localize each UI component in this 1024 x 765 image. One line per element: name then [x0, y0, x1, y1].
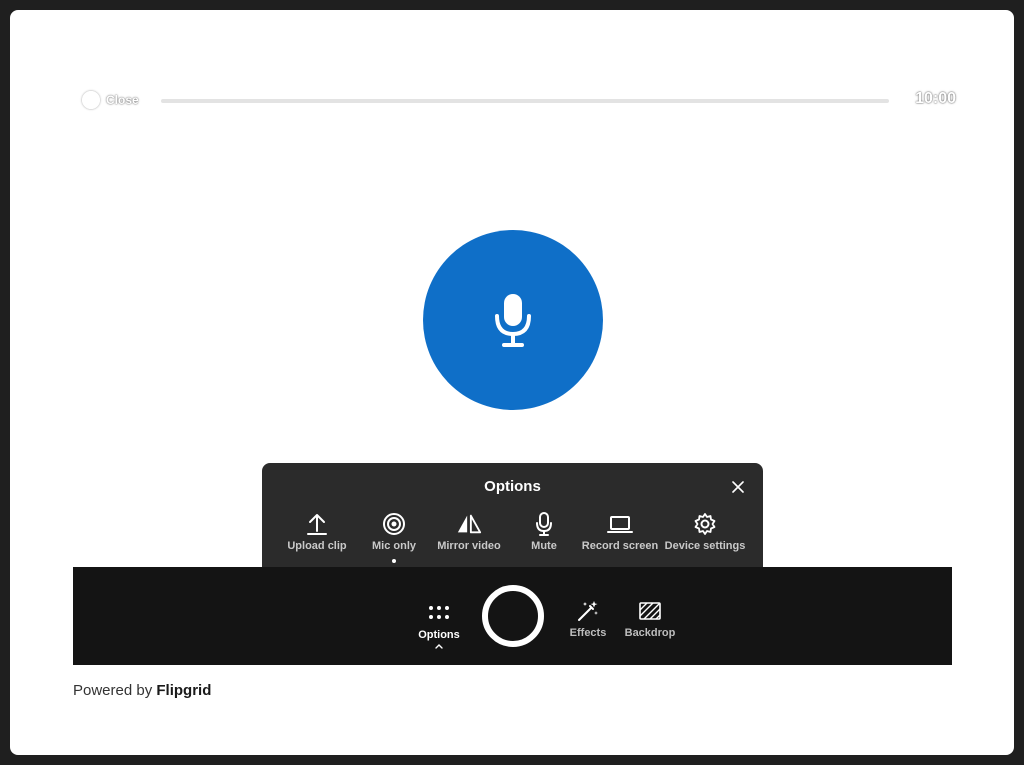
device-settings-button[interactable]: Device settings: [660, 511, 750, 552]
record-screen-label: Record screen: [581, 540, 659, 552]
options-toggle-label: Options: [418, 629, 460, 641]
mirror-icon: [456, 511, 482, 537]
device-settings-label: Device settings: [664, 540, 746, 552]
record-screen-button[interactable]: Record screen: [580, 511, 660, 552]
mic-only-label: Mic only: [371, 540, 416, 552]
options-row: Upload clip Mic only Mirror video Mute R…: [276, 511, 750, 563]
grid-dots-icon: [427, 601, 451, 625]
mirror-video-button[interactable]: Mirror video: [430, 511, 508, 552]
options-panel: Options Upload clip Mic only Mirror vide…: [262, 463, 763, 569]
options-close-button[interactable]: [729, 478, 747, 496]
backdrop-icon: [638, 599, 662, 623]
timer-readout: 10:00: [915, 90, 956, 107]
powered-by-footer: Powered by Flipgrid: [73, 682, 211, 699]
mute-label: Mute: [531, 540, 557, 552]
selected-indicator: [392, 559, 396, 563]
mic-only-icon: [381, 511, 407, 537]
mic-only-indicator: [423, 230, 603, 410]
mute-button[interactable]: Mute: [508, 511, 580, 552]
chevron-up-icon: [435, 642, 443, 650]
backdrop-button[interactable]: Backdrop: [622, 599, 678, 639]
mirror-video-label: Mirror video: [437, 540, 501, 552]
recorder-toolbar: Options Effects Backdrop: [73, 567, 952, 665]
powered-by-text: Powered by: [73, 682, 153, 699]
options-toggle-button[interactable]: Options: [414, 601, 464, 650]
effects-label: Effects: [569, 627, 607, 639]
options-panel-title: Options: [484, 478, 541, 495]
recording-progress-track: [161, 99, 889, 103]
gear-icon: [692, 511, 718, 537]
effects-button[interactable]: Effects: [568, 599, 608, 639]
record-button[interactable]: [482, 585, 544, 647]
microphone-icon: [531, 511, 557, 537]
upload-clip-button[interactable]: Upload clip: [276, 511, 358, 552]
magic-wand-icon: [576, 599, 600, 623]
mic-only-button[interactable]: Mic only: [358, 511, 430, 563]
close-icon: [732, 481, 744, 493]
upload-icon: [304, 511, 330, 537]
backdrop-label: Backdrop: [624, 627, 676, 639]
top-bar: Close 10:00: [82, 88, 956, 114]
microphone-icon: [495, 294, 531, 347]
flipgrid-brand: Flipgrid: [156, 682, 212, 699]
laptop-icon: [607, 511, 633, 537]
close-icon: [82, 91, 100, 109]
close-label: Close: [106, 93, 139, 107]
close-button[interactable]: Close: [82, 88, 139, 112]
upload-clip-label: Upload clip: [287, 540, 347, 552]
recorder-modal: Close 10:00 Options Upload clip Mic only…: [10, 10, 1014, 755]
